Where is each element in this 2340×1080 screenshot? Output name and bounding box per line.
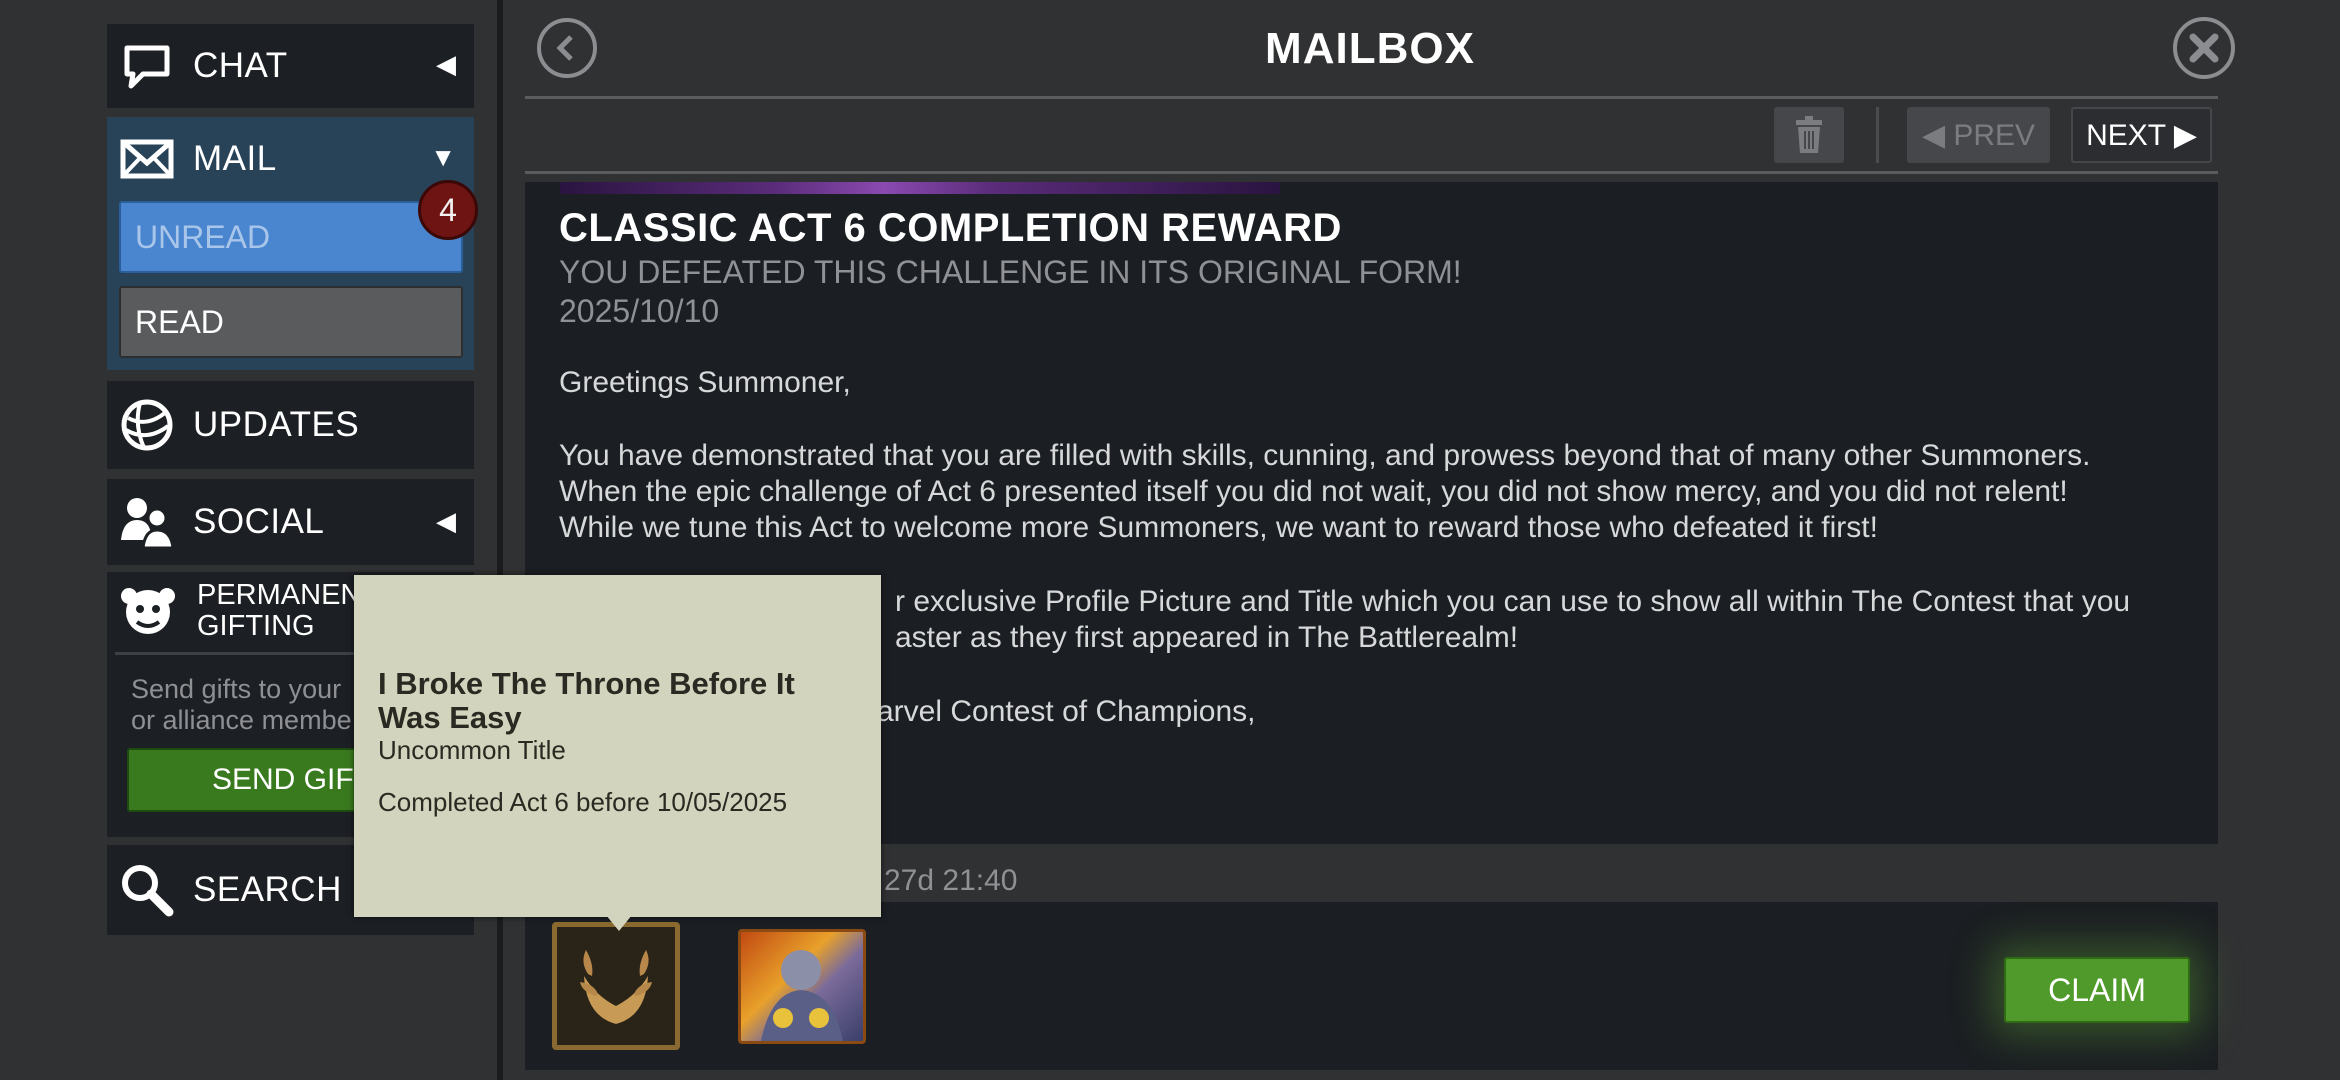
page-title: MAILBOX [1265,24,1475,73]
message-body-paragraph: You have demonstrated that you are fille… [559,438,2090,546]
body-line: aster as they first appeared in The Batt… [895,621,1519,654]
message-banner-image [560,182,1280,194]
tooltip-description: Completed Act 6 before 10/05/2025 [378,787,788,817]
sidebar-item-label: MAIL [193,139,277,178]
prev-button[interactable]: ◀ PREV [1907,107,2050,163]
envelope-icon [117,129,177,189]
send-gift-label: SEND GIFT [211,763,372,796]
trash-icon [1796,116,1822,153]
message-subtitle: YOU DEFEATED THIS CHALLENGE IN ITS ORIGI… [559,254,1462,290]
chat-bubble-icon [117,36,177,96]
badge-count: 4 [439,191,457,228]
close-button[interactable] [2173,17,2235,79]
expiry-timer: 27d 21:40 [884,864,1018,897]
back-arrow-icon [556,35,573,61]
globe-icon [117,395,177,455]
body-line: When the epic challenge of Act 6 present… [559,475,2068,508]
claim-button[interactable]: CLAIM [2004,957,2190,1023]
next-label: NEXT ▶ [2086,118,2197,152]
sidebar-item-label: SOCIAL [193,502,325,541]
sidebar-item-social[interactable]: SOCIAL ◀ [107,479,474,565]
delete-button[interactable] [1774,107,1844,163]
gift-mascot-icon [119,582,177,640]
read-button[interactable]: READ [119,286,463,358]
gifting-title: PERMANENT [197,579,380,611]
gifting-description: Send gifts to your [131,674,342,704]
tooltip-title: I Broke The Throne Before It [378,666,795,701]
sidebar-divider [497,0,503,1080]
tooltip-title-line2: Was Easy [378,700,522,735]
people-icon [117,492,177,552]
laurel-wreath-icon [580,950,652,1024]
champion-portrait-icon [761,950,843,1041]
message-signoff: arvel Contest of Champions, [877,695,1256,728]
message-greeting: Greetings Summoner, [559,366,851,399]
close-x-icon [2189,33,2219,63]
claim-label: CLAIM [2048,971,2146,1008]
tooltip-type: Uncommon Title [378,735,566,765]
reward-profile-picture-item[interactable] [738,929,866,1044]
message-body-paragraph: r exclusive Profile Picture and Title wh… [895,584,2130,656]
magnifier-icon [117,860,177,920]
toolbar-divider [525,171,2218,174]
unread-count-badge: 4 [418,180,478,240]
sidebar-item-label: UPDATES [193,405,360,444]
header-divider [525,96,2218,99]
next-button[interactable]: NEXT ▶ [2071,107,2212,163]
reward-tooltip: I Broke The Throne Before It Was Easy Un… [354,575,881,917]
gifting-description-line2: or alliance membe [131,705,352,735]
sidebar-item-mail[interactable]: MAIL ▼ [107,117,474,201]
body-line: You have demonstrated that you are fille… [559,439,2091,472]
unread-label: UNREAD [135,218,271,255]
gifting-title-line2: GIFTING [197,610,315,642]
body-line: While we tune this Act to welcome more S… [559,511,1878,544]
chevron-left-icon: ◀ [436,506,456,536]
unread-button[interactable]: UNREAD [119,201,463,273]
toolbar-separator [1876,107,1879,163]
sidebar-item-label: CHAT [193,46,288,85]
message-title: CLASSIC ACT 6 COMPLETION REWARD [559,206,1342,250]
sidebar-item-updates[interactable]: UPDATES [107,381,474,469]
tooltip-pointer [606,915,632,931]
read-label: READ [135,303,224,340]
sidebar-item-label: SEARCH [193,870,342,909]
message-date: 2025/10/10 [559,293,720,329]
body-line: r exclusive Profile Picture and Title wh… [895,585,2131,618]
reward-title-item[interactable] [552,922,680,1050]
chevron-left-icon: ◀ [436,49,456,79]
chevron-down-icon: ▼ [430,142,456,172]
sidebar-item-chat[interactable]: CHAT ◀ [107,24,474,108]
prev-label: ◀ PREV [1921,118,2036,152]
back-button[interactable] [537,18,597,78]
